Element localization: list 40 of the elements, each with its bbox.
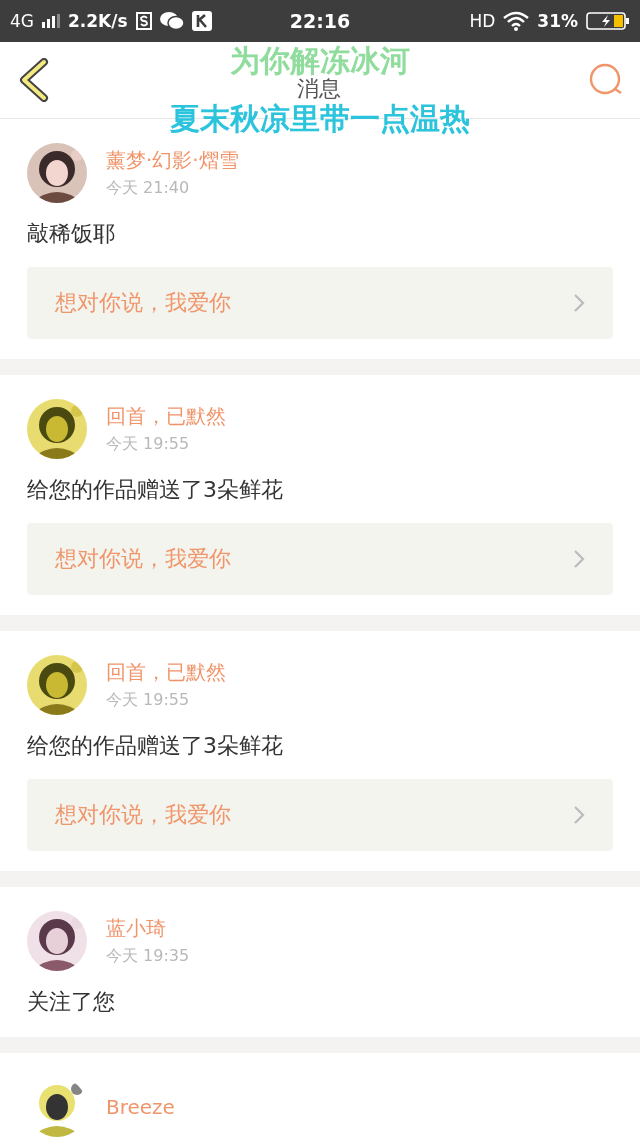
message-time: 今天 19:55 (106, 434, 191, 455)
message-card[interactable]: 回首，已默然 今天 19:55 给您的作品赠送了3朵鲜花 想对你说，我爱你 (0, 631, 640, 871)
user-name[interactable]: 薰梦·幻影·熠雪 (106, 147, 239, 174)
k-app-icon (191, 11, 212, 31)
message-card[interactable]: Breeze (0, 1053, 640, 1138)
battery-percent: 31% (537, 11, 578, 31)
user-name[interactable]: 蓝小琦 (106, 915, 190, 942)
hd-label: HD (469, 11, 496, 31)
reply-bar[interactable]: 想对你说，我爱你 (27, 267, 613, 339)
s-box-icon (135, 12, 152, 30)
message-card[interactable]: 蓝小琦 今天 19:35 关注了您 (0, 887, 640, 1037)
reply-bar[interactable]: 想对你说，我爱你 (27, 779, 613, 851)
battery-icon (586, 11, 630, 31)
chevron-right-icon (573, 293, 585, 313)
message-text: 关注了您 (27, 988, 116, 1016)
clock: 22:16 (289, 10, 351, 32)
chevron-right-icon (573, 805, 585, 825)
chat-bubbles-icon (159, 11, 184, 31)
message-text: 给您的作品赠送了3朵鲜花 (27, 476, 284, 504)
user-name[interactable]: Breeze (106, 1095, 175, 1119)
signal-icon (42, 14, 60, 28)
message-text: 给您的作品赠送了3朵鲜花 (27, 732, 284, 760)
network-label: 4G (10, 11, 34, 31)
speed-label: 2.2K/s (68, 11, 128, 31)
reply-text: 想对你说，我爱你 (55, 545, 231, 573)
reply-text: 想对你说，我爱你 (55, 289, 231, 317)
user-name[interactable]: 回首，已默然 (106, 403, 226, 430)
lyric-line: 为你解冻冰河 (230, 45, 410, 76)
message-card[interactable]: 回首，已默然 今天 19:55 给您的作品赠送了3朵鲜花 想对你说，我爱你 (0, 375, 640, 615)
back-icon[interactable] (18, 58, 50, 102)
wifi-icon (503, 11, 530, 31)
reply-text: 想对你说，我爱你 (55, 801, 231, 829)
page-title: 消息 (297, 77, 341, 101)
user-name[interactable]: 回首，已默然 (106, 659, 226, 686)
message-time: 今天 21:40 (106, 178, 191, 199)
reply-bar[interactable]: 想对你说，我爱你 (27, 523, 613, 595)
message-time: 今天 19:35 (106, 946, 190, 967)
message-text: 敲稀饭耶 (27, 220, 116, 248)
chevron-right-icon (573, 549, 585, 569)
message-time: 今天 19:55 (106, 690, 191, 711)
